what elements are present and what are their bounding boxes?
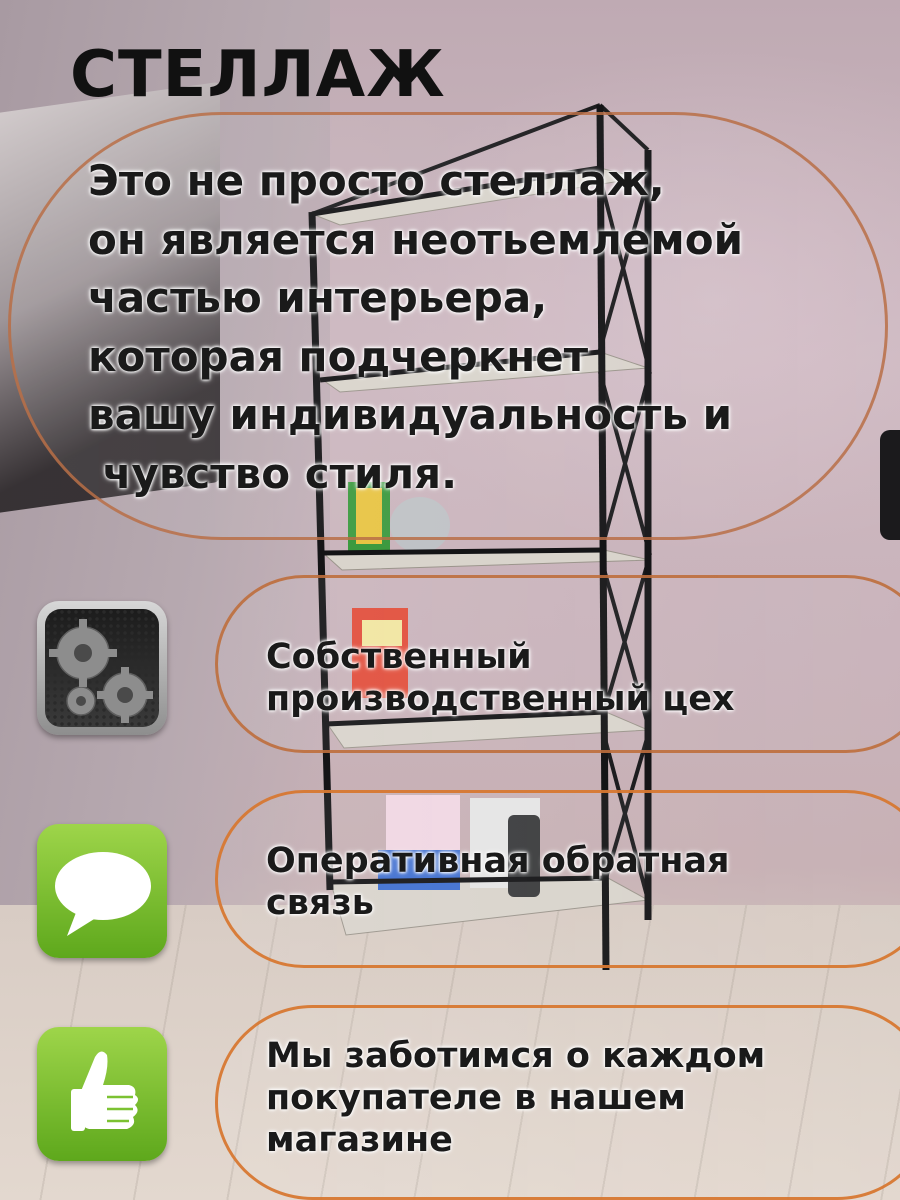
feature-line: Собственный	[266, 637, 532, 677]
intro-line: частью интерьера,	[88, 273, 548, 322]
feature-line: Оперативная обратная	[266, 841, 730, 881]
feature-line: покупателе в нашем	[266, 1078, 686, 1118]
intro-line: он является неотьемлемой	[88, 214, 744, 264]
feature-own-workshop: Собственный производственный цех	[266, 636, 735, 720]
feature-fast-feedback: Оперативная обратная связь	[266, 840, 729, 924]
thumbs-up-icon	[37, 1027, 167, 1161]
intro-text: Это не просто стеллаж, он является неоть…	[88, 152, 868, 503]
feature-line: Мы заботимся о каждом	[266, 1036, 766, 1076]
product-banner: СТЕЛЛАЖ Это не просто стеллаж, он являет…	[0, 0, 900, 1200]
feature-line: связь	[266, 883, 374, 923]
intro-line: чувство стиля.	[88, 448, 458, 498]
gear-icon	[37, 601, 167, 735]
intro-line: которая подчеркнет	[88, 331, 589, 381]
intro-line: Это не просто стеллаж,	[88, 156, 665, 205]
speech-bubble-icon	[37, 824, 167, 958]
feature-customer-care: Мы заботимся о каждом покупателе в нашем…	[266, 1035, 765, 1161]
intro-line: вашу индивидуальность и	[88, 390, 733, 439]
page-title: СТЕЛЛАЖ	[70, 38, 446, 112]
feature-line: магазине	[266, 1120, 453, 1160]
feature-line: производственный цех	[266, 679, 735, 719]
